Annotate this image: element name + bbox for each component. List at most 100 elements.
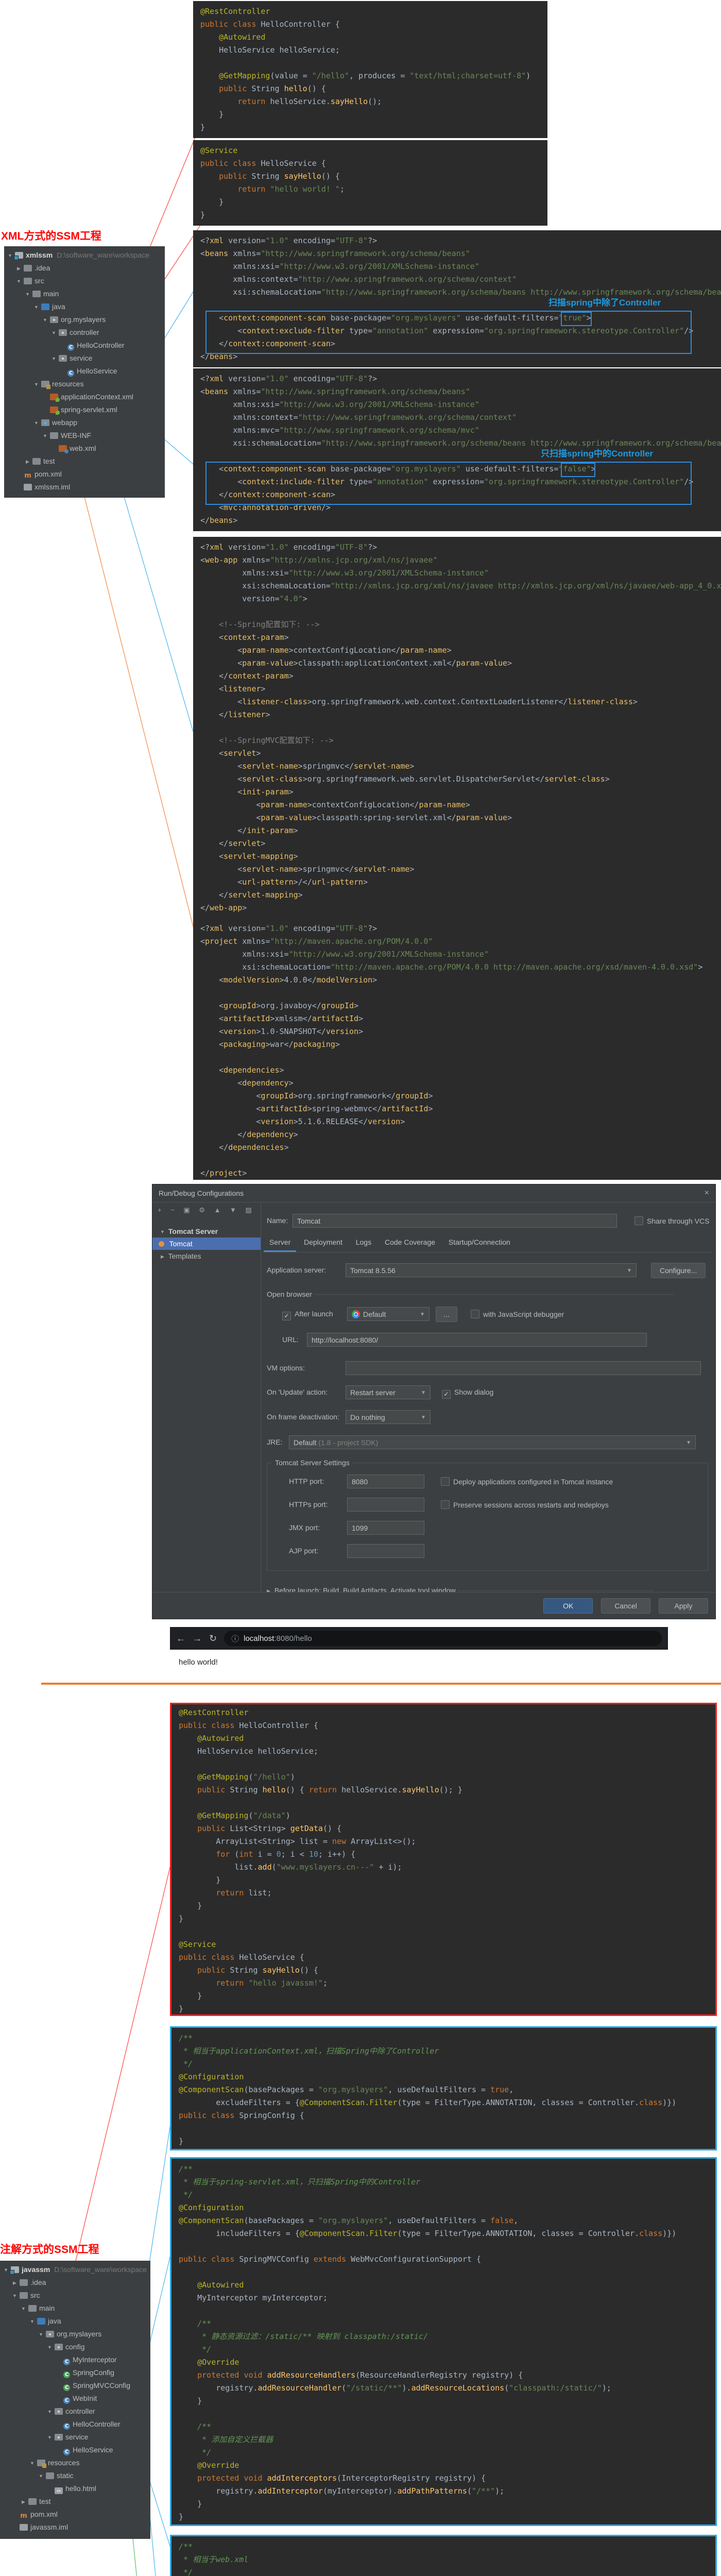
tab-code-coverage[interactable]: Code Coverage (379, 1234, 441, 1250)
folder-icon (28, 2305, 37, 2312)
tree-item-web.xml[interactable]: web.xml (4, 442, 165, 455)
class-icon (63, 2397, 70, 2404)
http-port-input[interactable]: 8080 (347, 1475, 424, 1488)
tab-deployment[interactable]: Deployment (298, 1234, 348, 1250)
tree-item-.idea[interactable]: ▶.idea (0, 2276, 150, 2289)
tree-item-xmlssm[interactable]: ▼xmlssmD:\software_ware\workspace (4, 249, 165, 262)
url-host: localhost (244, 1634, 274, 1643)
tree-item-javassm[interactable]: ▼javassmD:\software_ware\workspace (0, 2263, 150, 2276)
before-launch-row[interactable]: ▶ Before launch: Build, Build Artifacts,… (265, 1586, 654, 1592)
deploy-apps-checkbox[interactable]: Deploy applications configured in Tomcat… (441, 1477, 613, 1486)
dialog-footer: OK Cancel Apply (152, 1592, 715, 1619)
forward-icon[interactable]: → (193, 1633, 202, 1644)
ajp-port-input[interactable] (347, 1544, 424, 1558)
tree-item-test[interactable]: ▶test (0, 2495, 150, 2508)
folder-icon (24, 278, 32, 284)
tree-item-java[interactable]: ▼java (4, 300, 165, 313)
chevron-right-icon: ▶ (265, 1588, 272, 1592)
tree-item-SpringConfig[interactable]: SpringConfig (0, 2366, 150, 2379)
js-debugger-checkbox[interactable]: with JavaScript debugger (471, 1310, 564, 1318)
jre-select[interactable]: Default (1.8 - project SDK)▼ (289, 1435, 696, 1449)
open-browser-group-label: Open browser (267, 1290, 675, 1298)
tree-item-HelloService[interactable]: HelloService (0, 2444, 150, 2456)
tree-item-test[interactable]: ▶test (4, 455, 165, 468)
tree-item-WEB-INF[interactable]: ▼WEB-INF (4, 429, 165, 442)
info-icon[interactable]: ⓘ (231, 1633, 239, 1644)
chevron-down-icon: ▼ (46, 2341, 54, 2354)
config-group-templates[interactable]: ▶ Templates (152, 1250, 261, 1262)
tree-item-applicationContext.xml[interactable]: applicationContext.xml (4, 391, 165, 403)
tree-item-pom.xml[interactable]: pom.xml (0, 2508, 150, 2521)
tree-item-HelloController[interactable]: HelloController (0, 2418, 150, 2431)
vm-options-input[interactable] (346, 1361, 701, 1375)
tree-item-src[interactable]: ▼src (0, 2289, 150, 2302)
apply-button[interactable]: Apply (659, 1598, 708, 1614)
tree-item-xmlssm.iml[interactable]: xmlssm.iml (4, 481, 165, 494)
tree-item-pom.xml[interactable]: pom.xml (4, 468, 165, 481)
tree-item-main[interactable]: ▼main (4, 287, 165, 300)
tree-item-javassm.iml[interactable]: javassm.iml (0, 2521, 150, 2534)
config-group-tomcat-server[interactable]: ▼ Tomcat Server (152, 1225, 261, 1238)
tree-item-service[interactable]: ▼service (0, 2431, 150, 2444)
chevron-down-icon: ▼ (421, 1411, 426, 1425)
configure-button[interactable]: Configure... (651, 1263, 706, 1278)
address-bar[interactable]: ⓘ localhost:8080/hello (224, 1631, 662, 1646)
tree-item-static[interactable]: ▼static (0, 2469, 150, 2482)
jmx-port-input[interactable]: 1099 (347, 1521, 424, 1535)
tree-item-controller[interactable]: ▼controller (0, 2405, 150, 2418)
tree-item-src[interactable]: ▼src (4, 275, 165, 287)
tree-item-resources[interactable]: ▼resources (4, 378, 165, 391)
tab-startup-connection[interactable]: Startup/Connection (443, 1234, 516, 1250)
tree-item-config[interactable]: ▼config (0, 2341, 150, 2353)
cancel-button[interactable]: Cancel (601, 1598, 650, 1614)
tree-item-org.myslayers[interactable]: ▼org.myslayers (4, 313, 165, 326)
tree-item-controller[interactable]: ▼controller (4, 326, 165, 339)
tree-item-.idea[interactable]: ▶.idea (4, 262, 165, 275)
tree-item-spring-servlet.xml[interactable]: spring-servlet.xml (4, 403, 165, 416)
chevron-right-icon: ▶ (11, 2277, 19, 2290)
res-icon (41, 381, 49, 387)
https-port-input[interactable] (347, 1498, 424, 1512)
browser-select[interactable]: Default▼ (347, 1307, 430, 1321)
reload-icon[interactable]: ↻ (209, 1633, 217, 1644)
tree-item-service[interactable]: ▼service (4, 352, 165, 365)
tree-item-SpringMVCConfig[interactable]: SpringMVCConfig (0, 2379, 150, 2392)
chevron-down-icon: ▼ (37, 2470, 45, 2483)
tree-item-webapp[interactable]: ▼webapp (4, 416, 165, 429)
tree-item-java[interactable]: ▼java (0, 2315, 150, 2328)
tree-item-hello.html[interactable]: hello.html (0, 2482, 150, 2495)
checkbox-icon (634, 1216, 643, 1225)
tree-item-HelloController[interactable]: HelloController (4, 339, 165, 352)
chevron-down-icon: ▼ (46, 2431, 54, 2444)
application-server-label: Application server: (267, 1266, 326, 1274)
tab-server[interactable]: Server (264, 1234, 296, 1252)
after-launch-checkbox[interactable]: After launch (282, 1310, 333, 1320)
tree-item-org.myslayers[interactable]: ▼org.myslayers (0, 2328, 150, 2341)
on-frame-select[interactable]: Do nothing▼ (346, 1410, 431, 1424)
class-icon (63, 2423, 70, 2430)
show-dialog-checkbox[interactable]: Show dialog (442, 1388, 493, 1399)
back-icon[interactable]: ← (176, 1633, 185, 1644)
browser-toolbar: ← → ↻ ⓘ localhost:8080/hello (170, 1627, 668, 1650)
tree-item-MyInterceptor[interactable]: MyInterceptor (0, 2353, 150, 2366)
application-server-select[interactable]: Tomcat 8.5.56▼ (346, 1263, 637, 1277)
on-update-select[interactable]: Restart server▼ (346, 1385, 431, 1399)
preserve-sessions-checkbox[interactable]: Preserve sessions across restarts and re… (441, 1500, 609, 1509)
browser-more-button[interactable]: ... (436, 1307, 457, 1322)
close-icon[interactable]: × (705, 1184, 709, 1202)
tree-item-main[interactable]: ▼main (0, 2302, 150, 2315)
class-icon (67, 370, 74, 377)
name-input[interactable]: Tomcat (293, 1214, 617, 1228)
ok-button[interactable]: OK (543, 1598, 593, 1614)
tab-logs[interactable]: Logs (350, 1234, 377, 1250)
chevron-down-icon: ▼ (20, 2302, 27, 2315)
pkg-icon (55, 2408, 63, 2415)
share-vcs-checkbox[interactable]: Share through VCS (634, 1216, 709, 1225)
dialog-toolbar-icons[interactable]: + − ▣ ⚙ ▲ ▼ ▨ ↓ (152, 1202, 261, 1218)
https-port-label: HTTPs port: (289, 1500, 328, 1509)
tree-item-resources[interactable]: ▼resources (0, 2456, 150, 2469)
tree-item-HelloService[interactable]: HelloService (4, 365, 165, 378)
config-item-tomcat[interactable]: Tomcat (152, 1238, 261, 1250)
tree-item-WebInit[interactable]: WebInit (0, 2392, 150, 2405)
url-input[interactable]: http://localhost:8080/ (307, 1333, 647, 1347)
